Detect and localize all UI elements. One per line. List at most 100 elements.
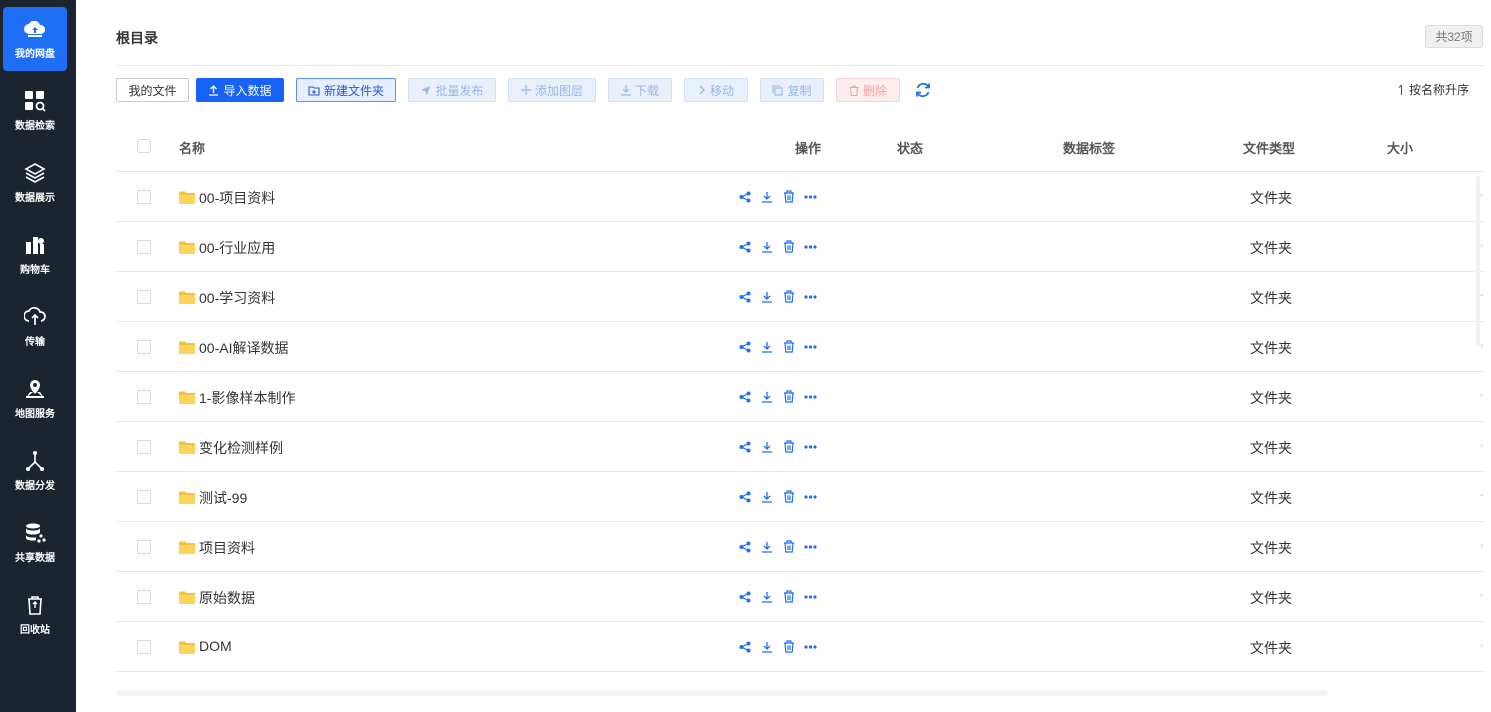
more-icon[interactable]	[804, 640, 817, 653]
share-icon[interactable]	[738, 240, 751, 253]
file-name[interactable]: 00-学习资料	[199, 288, 275, 308]
add-layer-button[interactable]: 添加图层	[508, 78, 596, 102]
share-icon[interactable]	[738, 190, 751, 203]
copy-button[interactable]: 复制	[760, 78, 824, 102]
row-checkbox[interactable]	[137, 290, 151, 304]
column-tags[interactable]: 数据标签	[1063, 138, 1115, 157]
file-name[interactable]: 1-影像样本制作	[199, 388, 295, 408]
horizontal-scrollbar[interactable]	[116, 690, 1328, 696]
share-icon[interactable]	[738, 640, 751, 653]
more-icon[interactable]	[804, 540, 817, 553]
file-name[interactable]: 00-行业应用	[199, 238, 275, 258]
more-icon[interactable]	[804, 290, 817, 303]
row-checkbox[interactable]	[137, 440, 151, 454]
vertical-scrollbar[interactable]	[1476, 176, 1480, 346]
table-row[interactable]: 00-学习资料 文件夹 ·	[116, 272, 1483, 322]
more-icon[interactable]	[804, 390, 817, 403]
download-button[interactable]: 下载	[608, 78, 672, 102]
more-icon[interactable]	[804, 190, 817, 203]
share-icon[interactable]	[738, 440, 751, 453]
table-row[interactable]: 00-行业应用 文件夹 ·	[116, 222, 1483, 272]
file-name[interactable]: DOM	[199, 638, 232, 654]
table-row[interactable]: 1-影像样本制作 文件夹 ·	[116, 372, 1483, 422]
sort-button[interactable]: 按名称升序	[1398, 81, 1469, 98]
trash-icon[interactable]	[782, 590, 795, 603]
row-checkbox[interactable]	[137, 640, 151, 654]
column-name[interactable]: 名称	[179, 138, 205, 157]
select-all-checkbox[interactable]	[137, 139, 151, 153]
sidebar-item-data-display[interactable]: 数据展示	[3, 151, 67, 215]
row-checkbox[interactable]	[137, 340, 151, 354]
sidebar-item-transfer[interactable]: 传输	[3, 295, 67, 359]
share-icon[interactable]	[738, 590, 751, 603]
share-icon[interactable]	[738, 490, 751, 503]
row-checkbox[interactable]	[137, 490, 151, 504]
more-icon[interactable]	[804, 340, 817, 353]
sidebar-item-shared-data[interactable]: 共享数据	[3, 511, 67, 575]
download-icon[interactable]	[760, 290, 773, 303]
table-row[interactable]: 原始数据 文件夹 ·	[116, 572, 1483, 622]
file-name[interactable]: 00-项目资料	[199, 188, 275, 208]
share-icon[interactable]	[738, 290, 751, 303]
download-icon[interactable]	[760, 390, 773, 403]
table-row[interactable]: 00-AI解译数据 文件夹 ·	[116, 322, 1483, 372]
new-folder-button[interactable]: 新建文件夹	[296, 78, 396, 102]
download-icon[interactable]	[760, 490, 773, 503]
table-row[interactable]: 测试-99 文件夹 ·	[116, 472, 1483, 522]
trash-icon[interactable]	[782, 290, 795, 303]
share-icon[interactable]	[738, 340, 751, 353]
trash-icon[interactable]	[782, 440, 795, 453]
download-icon[interactable]	[760, 440, 773, 453]
file-name[interactable]: 项目资料	[199, 538, 255, 558]
table-row[interactable]: DOM 文件夹 ·	[116, 622, 1483, 672]
trash-icon[interactable]	[782, 640, 795, 653]
share-icon[interactable]	[738, 540, 751, 553]
download-icon[interactable]	[760, 640, 773, 653]
row-checkbox[interactable]	[137, 240, 151, 254]
file-name[interactable]: 原始数据	[199, 588, 255, 608]
sidebar-item-map-service[interactable]: 地图服务	[3, 367, 67, 431]
delete-button[interactable]: 删除	[836, 78, 900, 102]
move-button[interactable]: 移动	[684, 78, 748, 102]
column-status[interactable]: 状态	[897, 138, 923, 157]
more-icon[interactable]	[804, 490, 817, 503]
share-icon[interactable]	[738, 390, 751, 403]
my-files-button[interactable]: 我的文件	[116, 78, 189, 102]
row-actions	[738, 590, 817, 603]
more-icon[interactable]	[804, 590, 817, 603]
row-checkbox[interactable]	[137, 190, 151, 204]
sidebar-item-my-drive[interactable]: 我的网盘	[3, 7, 67, 71]
sidebar-item-data-search[interactable]: 数据检索	[3, 79, 67, 143]
download-icon[interactable]	[760, 190, 773, 203]
sidebar-item-recycle-bin[interactable]: 回收站	[3, 583, 67, 647]
download-icon[interactable]	[760, 540, 773, 553]
import-data-button[interactable]: 导入数据	[196, 78, 284, 102]
download-icon[interactable]	[760, 240, 773, 253]
download-icon[interactable]	[760, 590, 773, 603]
more-icon[interactable]	[804, 440, 817, 453]
row-checkbox[interactable]	[137, 590, 151, 604]
table-row[interactable]: GF1_DOM 文件夹 ·	[116, 672, 1483, 692]
table-row[interactable]: 项目资料 文件夹 ·	[116, 522, 1483, 572]
row-checkbox[interactable]	[137, 540, 151, 554]
trash-icon[interactable]	[782, 490, 795, 503]
table-row[interactable]: 变化检测样例 文件夹 ·	[116, 422, 1483, 472]
column-file-type[interactable]: 文件类型	[1243, 138, 1295, 157]
trash-icon[interactable]	[782, 190, 795, 203]
download-icon[interactable]	[760, 340, 773, 353]
refresh-icon[interactable]	[914, 81, 932, 99]
file-name[interactable]: 测试-99	[199, 488, 247, 508]
column-size[interactable]: 大小	[1387, 138, 1413, 157]
row-checkbox[interactable]	[137, 390, 151, 404]
more-icon[interactable]	[804, 240, 817, 253]
trash-icon[interactable]	[782, 240, 795, 253]
trash-icon[interactable]	[782, 340, 795, 353]
trash-icon[interactable]	[782, 390, 795, 403]
sidebar-item-data-distribution[interactable]: 数据分发	[3, 439, 67, 503]
file-name[interactable]: 变化检测样例	[199, 438, 283, 458]
table-row[interactable]: 00-项目资料 文件夹 ·	[116, 172, 1483, 222]
batch-publish-button[interactable]: 批量发布	[408, 78, 496, 102]
sidebar-item-cart[interactable]: 购物车	[3, 223, 67, 287]
file-name[interactable]: 00-AI解译数据	[199, 338, 288, 358]
trash-icon[interactable]	[782, 540, 795, 553]
